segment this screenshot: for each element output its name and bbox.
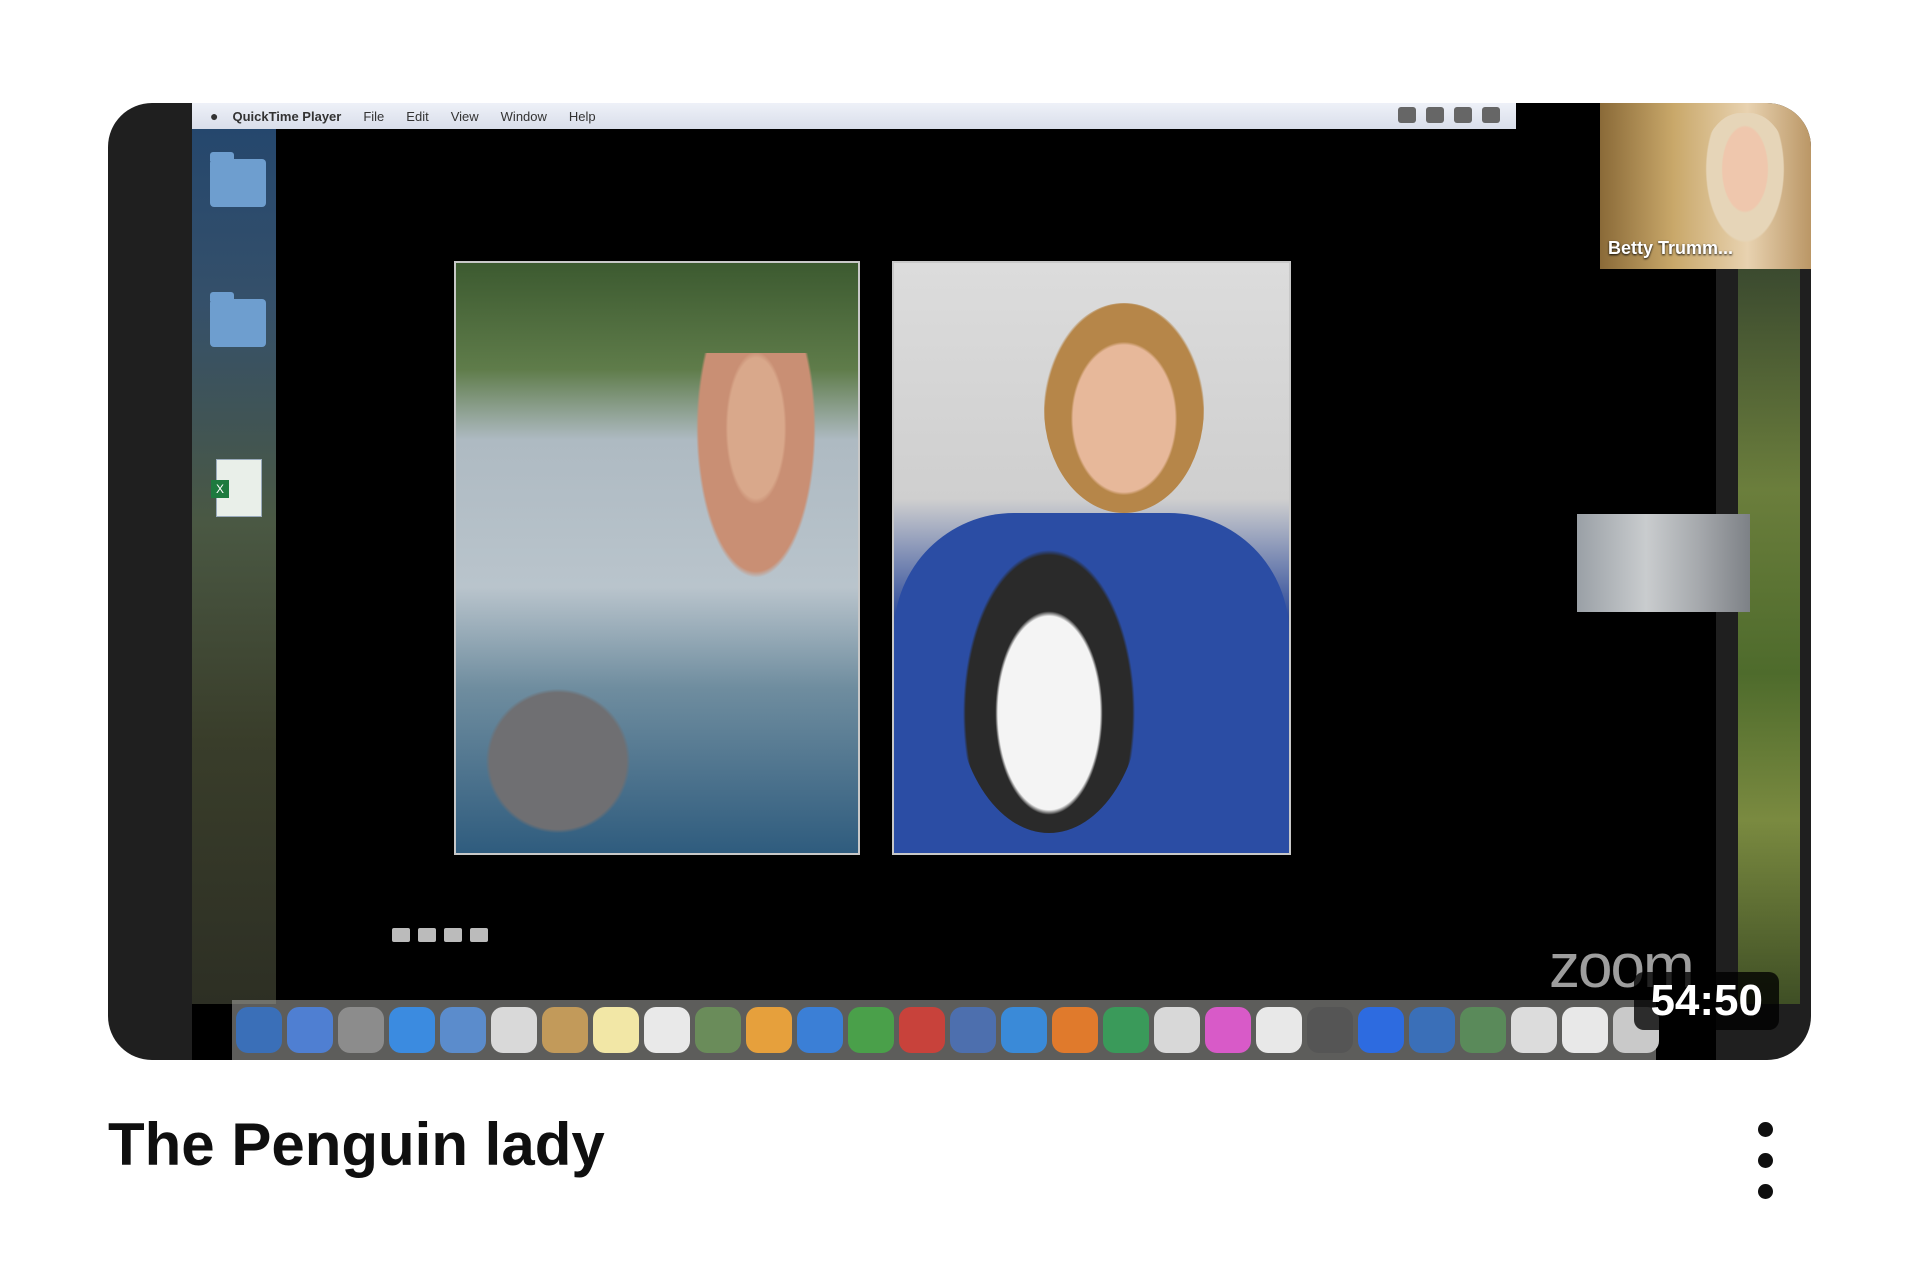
- folder-icon: [210, 292, 266, 347]
- dock-app-icon: [1307, 1007, 1353, 1053]
- dock-app-icon: [593, 1007, 639, 1053]
- slide-photo-penguin: [892, 261, 1291, 855]
- dock-app-icon: [338, 1007, 384, 1053]
- participant-tile-small: [1577, 514, 1750, 612]
- menubar-view: View: [450, 108, 479, 124]
- more-options-button[interactable]: [1745, 1122, 1785, 1202]
- dock-app-icon: [644, 1007, 690, 1053]
- menubar-file: File: [363, 108, 385, 124]
- dock-app-icon: [542, 1007, 588, 1053]
- menubar-edit: Edit: [406, 108, 429, 124]
- screen-share: ● QuickTime Player File Edit View Window…: [192, 103, 1811, 1060]
- dock-app-icon: [848, 1007, 894, 1053]
- participant-figure: [1700, 113, 1790, 253]
- menubar-status-icons: [1398, 107, 1500, 123]
- dock-app-icon: [236, 1007, 282, 1053]
- menubar-help: Help: [568, 108, 596, 124]
- slide-photo-dolphins: [454, 261, 860, 855]
- participant-tile-main: Betty Trumm...: [1600, 103, 1811, 269]
- dock-app-icon: [1511, 1007, 1557, 1053]
- dock-app-icon: [440, 1007, 486, 1053]
- dock-app-icon: [1460, 1007, 1506, 1053]
- pen-icon: [418, 928, 436, 942]
- dock-app-icon: [1154, 1007, 1200, 1053]
- dock-app-icon: [1052, 1007, 1098, 1053]
- dock-app-icon: [950, 1007, 996, 1053]
- battery-icon: [1482, 107, 1500, 123]
- dock-app-icon: [1358, 1007, 1404, 1053]
- dock-app-icon: [1562, 1007, 1608, 1053]
- dock-app-icon: [1001, 1007, 1047, 1053]
- menubar-app-name: QuickTime Player: [232, 108, 342, 124]
- excel-file-icon: [211, 459, 262, 517]
- desktop-folder-2: [210, 292, 268, 347]
- video-duration-badge: 54:50: [1634, 972, 1779, 1030]
- participant-name: Betty Trumm...: [1608, 238, 1734, 258]
- desktop-background-right: [1738, 269, 1800, 1004]
- dock-app-icon: [746, 1007, 792, 1053]
- more-vert-icon: [1757, 1122, 1773, 1137]
- trainer-figure: [696, 353, 846, 653]
- speaker-icon: [470, 928, 488, 942]
- back-arrow-icon: [392, 928, 410, 942]
- video-thumbnail[interactable]: ● QuickTime Player File Edit View Window…: [108, 103, 1811, 1060]
- dock-app-icon: [1256, 1007, 1302, 1053]
- dolphins-figure: [466, 623, 696, 853]
- dock-app-icon: [389, 1007, 435, 1053]
- mac-dock: [232, 1000, 1659, 1060]
- penguin-figure: [954, 533, 1144, 833]
- dropbox-icon: [1398, 107, 1416, 123]
- dock-app-icon: [491, 1007, 537, 1053]
- dock-app-icon: [695, 1007, 741, 1053]
- dock-app-icon: [899, 1007, 945, 1053]
- presentation-controls: [392, 928, 488, 942]
- woman-face-figure: [1044, 303, 1204, 513]
- desktop-folder-1: [210, 152, 268, 207]
- video-title[interactable]: The Penguin lady: [108, 1110, 605, 1179]
- slides-icon: [444, 928, 462, 942]
- apple-icon: ●: [210, 108, 219, 124]
- mac-menubar: ● QuickTime Player File Edit View Window…: [192, 103, 1516, 129]
- more-vert-icon-dot: [1757, 1184, 1773, 1199]
- wifi-icon: [1426, 107, 1444, 123]
- display-icon: [1454, 107, 1472, 123]
- dock-app-icon: [287, 1007, 333, 1053]
- folder-icon: [210, 152, 266, 207]
- desktop-spreadsheet: [210, 459, 268, 517]
- dock-app-icon: [1103, 1007, 1149, 1053]
- dock-app-icon: [797, 1007, 843, 1053]
- more-vert-icon-dot: [1757, 1153, 1773, 1168]
- dock-app-icon: [1409, 1007, 1455, 1053]
- desktop-background: [192, 129, 276, 1004]
- menubar-window: Window: [500, 108, 547, 124]
- dock-app-icon: [1205, 1007, 1251, 1053]
